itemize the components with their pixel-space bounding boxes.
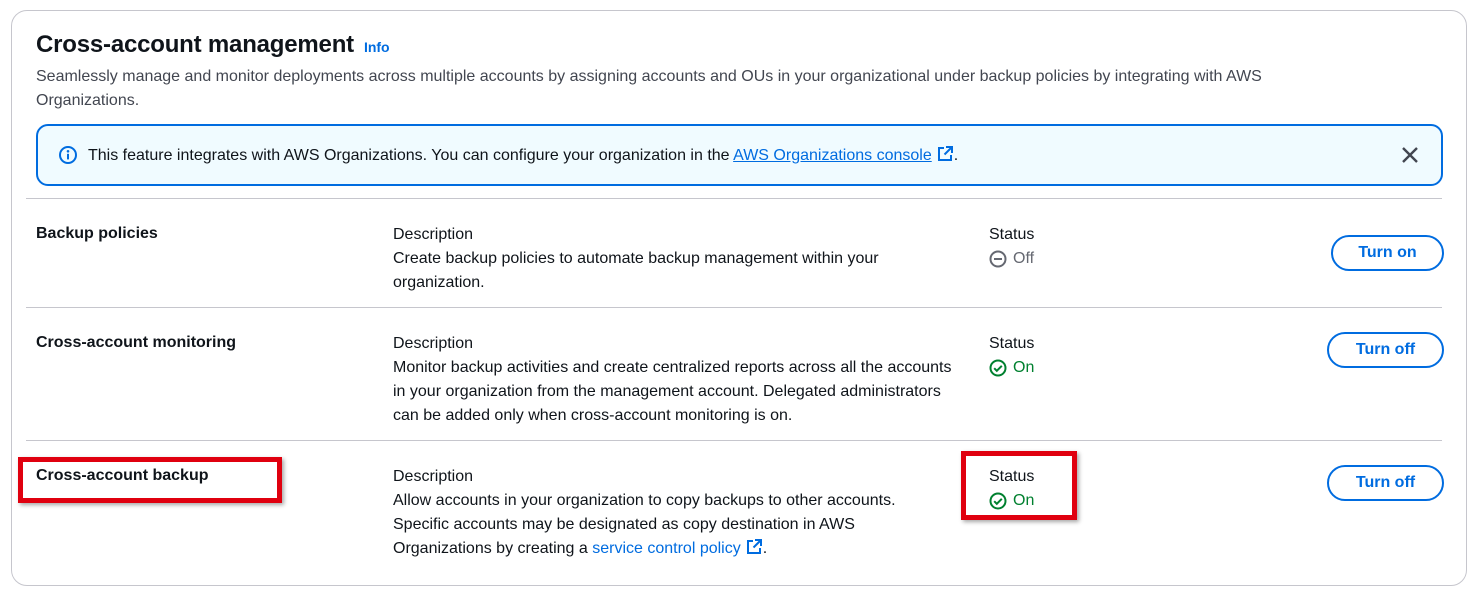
aws-organizations-console-link-text: AWS Organizations console <box>733 147 932 164</box>
row-name: Cross-account monitoring <box>36 334 237 351</box>
alert-text-end: . <box>953 147 959 164</box>
page-description: Seamlessly manage and monitor deployment… <box>36 68 1262 109</box>
divider <box>26 440 1442 441</box>
info-circle-icon <box>58 145 78 165</box>
row-name: Backup policies <box>36 225 158 242</box>
description-text-end: . <box>762 540 768 557</box>
turn-off-backup-button[interactable]: Turn off <box>1327 465 1444 501</box>
row-description: Description Create backup policies to au… <box>393 223 953 295</box>
description-text: Monitor backup activities and create cen… <box>393 359 952 424</box>
close-icon[interactable] <box>1399 144 1421 166</box>
status-value: On <box>989 356 1034 380</box>
status-value: Off <box>989 247 1034 271</box>
status-text: On <box>1013 359 1035 376</box>
aws-organizations-console-link[interactable]: AWS Organizations console <box>733 145 954 164</box>
highlight-box-status <box>961 451 1077 520</box>
divider <box>26 198 1442 199</box>
turn-on-button[interactable]: Turn on <box>1331 235 1444 271</box>
info-link[interactable]: Info <box>364 39 390 55</box>
panel-header: Cross-account management Info Seamlessly… <box>36 31 1436 113</box>
row-status: Status On <box>989 332 1034 380</box>
service-control-policy-link[interactable]: service control policy <box>592 538 763 557</box>
row-description: Description Allow accounts in your organ… <box>393 465 953 561</box>
turn-off-monitoring-button[interactable]: Turn off <box>1327 332 1444 368</box>
page-title: Cross-account management <box>36 31 354 58</box>
status-label: Status <box>989 335 1035 352</box>
status-on-icon <box>989 359 1007 377</box>
row-status: Status Off <box>989 223 1034 271</box>
alert-message: This feature integrates with AWS Organiz… <box>88 145 958 165</box>
alert-text: This feature integrates with AWS Organiz… <box>88 147 734 164</box>
row-description: Description Monitor backup activities an… <box>393 332 953 428</box>
description-text: Allow accounts in your organization to c… <box>393 489 953 561</box>
external-link-icon <box>936 145 954 163</box>
description-text: Create backup policies to automate backu… <box>393 250 879 291</box>
description-label: Description <box>393 226 474 243</box>
description-label: Description <box>393 335 474 352</box>
status-off-icon <box>989 250 1007 268</box>
status-label: Status <box>989 226 1035 243</box>
info-alert: This feature integrates with AWS Organiz… <box>36 124 1443 186</box>
status-text: Off <box>1013 250 1035 267</box>
description-label: Description <box>393 468 474 485</box>
external-link-icon <box>745 538 763 556</box>
service-control-policy-link-text: service control policy <box>592 540 741 557</box>
highlight-box-name <box>18 457 282 503</box>
divider <box>26 307 1442 308</box>
